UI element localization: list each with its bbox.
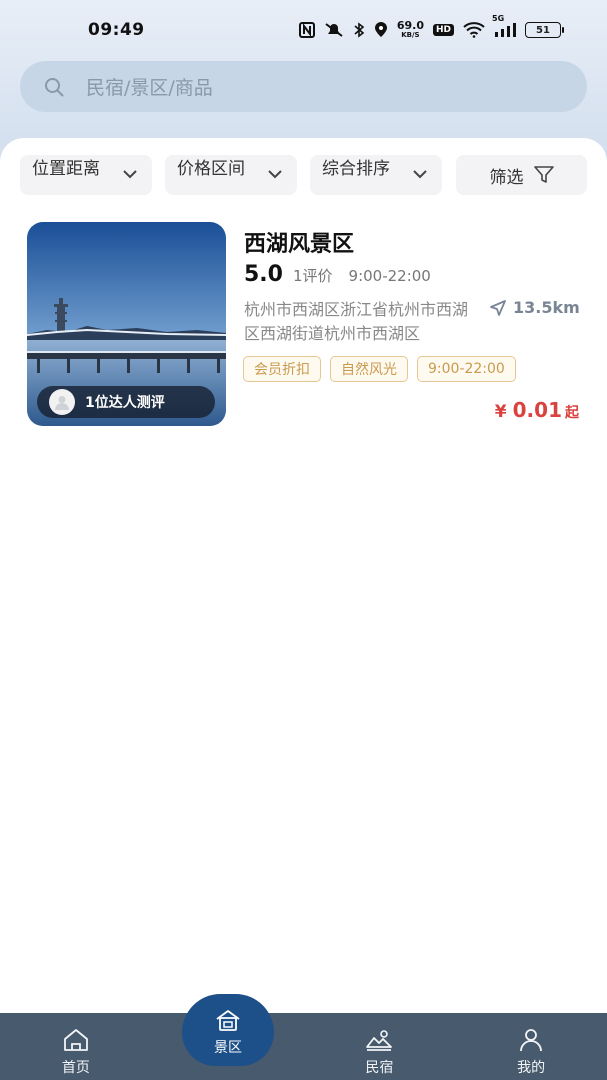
signal-icon: 5G — [492, 14, 516, 38]
reviewer-badge-text: 1位达人测评 — [85, 395, 165, 411]
status-icons: 69.0 KB/S HD 5G 51 — [298, 14, 564, 39]
filter-sort[interactable]: 综合排序 — [310, 155, 442, 195]
search-icon — [45, 77, 64, 96]
net-speed-unit: KB/S — [401, 31, 420, 39]
status-time: 09:49 — [88, 20, 145, 40]
tab-home[interactable]: 首页 — [0, 1013, 152, 1080]
tag-list: 会员折扣 自然风光 9:00-22:00 — [243, 356, 516, 382]
navigation-icon — [490, 299, 506, 316]
hd-badge: HD — [432, 24, 454, 36]
rating-score: 5.0 — [244, 262, 283, 287]
tab-scenic[interactable]: 景区 — [182, 994, 274, 1066]
distance: 13.5km — [489, 298, 580, 317]
battery-level: 51 — [536, 24, 550, 36]
filter-price[interactable]: 价格区间 — [165, 155, 297, 195]
nfc-icon — [298, 22, 315, 38]
listing-address: 杭州市西湖区浙江省杭州市西湖区西湖街道杭州市西湖区 — [244, 300, 469, 343]
home-icon — [63, 1029, 88, 1051]
tab-mine-label: 我的 — [517, 1060, 546, 1076]
status-bar: 09:49 69.0 KB/S HD 5G 51 — [0, 0, 607, 60]
location-icon — [374, 22, 388, 38]
mountain-house-icon — [366, 1030, 393, 1051]
battery-icon: 51 — [525, 22, 564, 38]
filter-bar: 位置距离 价格区间 综合排序 筛选 — [20, 155, 587, 195]
review-count: 1评价 — [292, 267, 333, 285]
scenic-thumbnail[interactable]: 1位达人测评 — [27, 222, 226, 426]
chevron-down-icon — [268, 170, 282, 179]
bluetooth-icon — [353, 22, 365, 38]
filter-screen-button[interactable]: 筛选 — [456, 155, 587, 195]
filter-sort-label: 综合排序 — [322, 159, 390, 179]
filter-distance-label: 位置距离 — [32, 159, 100, 179]
tag-hours: 9:00-22:00 — [417, 356, 516, 382]
filter-distance[interactable]: 位置距离 — [20, 155, 152, 195]
scenic-house-icon — [216, 1010, 240, 1031]
price-value: 0.01 — [512, 398, 562, 422]
tag-member-discount: 会员折扣 — [243, 356, 321, 382]
tab-home-label: 首页 — [61, 1060, 90, 1076]
tab-homestay[interactable]: 民宿 — [304, 1013, 456, 1080]
opening-hours: 9:00-22:00 — [348, 267, 431, 285]
mute-icon — [324, 22, 344, 38]
chevron-down-icon — [413, 170, 427, 179]
wifi-icon — [463, 22, 485, 38]
filter-screen-label: 筛选 — [489, 167, 524, 188]
chevron-down-icon — [123, 170, 137, 179]
tab-homestay-label: 民宿 — [365, 1060, 394, 1076]
tab-scenic-label: 景区 — [214, 1040, 242, 1056]
net-speed: 69.0 KB/S — [396, 19, 424, 39]
rating-row: 5.0 1评价 9:00-22:00 — [244, 262, 431, 287]
net-type: 5G — [492, 14, 505, 23]
price-suffix: 起 — [565, 405, 579, 421]
filter-icon — [533, 166, 554, 183]
price: ¥ 0.01 起 — [495, 398, 579, 422]
net-speed-value: 69.0 — [396, 19, 424, 32]
bottom-tab-bar: 首页 民宿 我的 — [0, 1013, 607, 1080]
tag-nature: 自然风光 — [330, 356, 408, 382]
user-icon — [520, 1029, 543, 1052]
search-input[interactable]: 民宿/景区/商品 — [20, 61, 587, 112]
tab-mine[interactable]: 我的 — [455, 1013, 607, 1080]
filter-price-label: 价格区间 — [177, 159, 245, 179]
avatar — [49, 389, 75, 415]
reviewer-badge: 1位达人测评 — [37, 386, 215, 418]
search-placeholder: 民宿/景区/商品 — [86, 77, 213, 99]
price-currency: ¥ — [494, 402, 507, 422]
listing-title[interactable]: 西湖风景区 — [244, 226, 354, 258]
distance-text: 13.5km — [513, 298, 580, 317]
